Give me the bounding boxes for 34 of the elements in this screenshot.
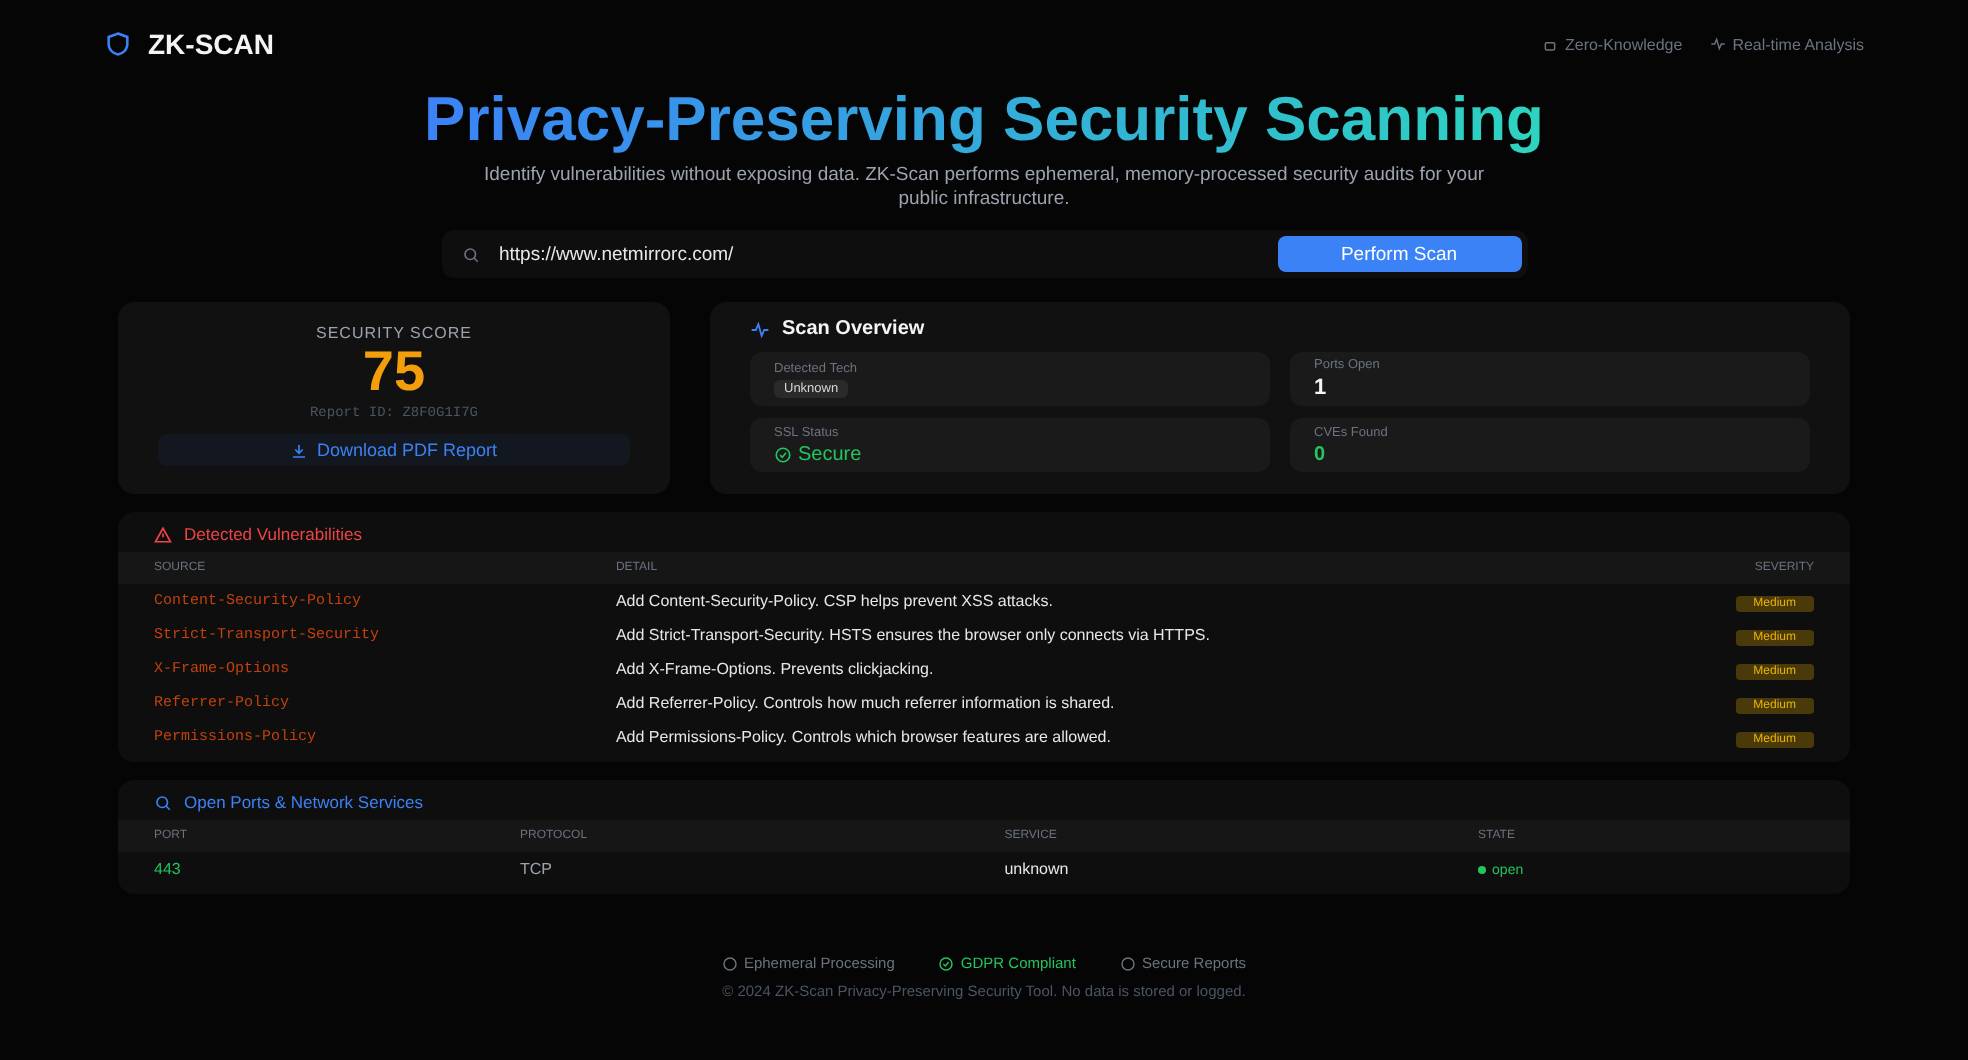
download-button[interactable]: Download PDF Report xyxy=(158,434,630,466)
table-cell: unknown xyxy=(968,852,1443,886)
check-circle-icon xyxy=(774,445,792,463)
tile-value: Secure xyxy=(798,443,862,465)
panel-title: Detected Vulnerabilities xyxy=(184,524,362,544)
tile-value: 1 xyxy=(1314,376,1329,400)
brand-name: ZK-SCAN xyxy=(148,28,274,60)
circle-icon xyxy=(1119,955,1136,971)
table-cell: Add Content-Security-Policy. CSP helps prevent XSS attacks. xyxy=(579,584,1616,618)
status-dot-icon xyxy=(1478,866,1487,874)
warning-icon xyxy=(154,525,172,543)
shield-icon xyxy=(104,30,132,58)
header-label: Real-time Analysis xyxy=(1732,35,1864,53)
table-cell-text: Add Permissions-Policy. Controls which browser features are allowed. xyxy=(613,726,1113,750)
search-icon xyxy=(461,245,479,263)
pulse-icon xyxy=(1710,36,1727,52)
header-label: Zero-Knowledge xyxy=(1564,35,1683,53)
tile-value: 0 xyxy=(1314,443,1328,465)
table-cell: 443 xyxy=(118,852,484,886)
perform-scan-button[interactable]: Perform Scan xyxy=(1277,236,1521,272)
table-cell-text: Add Referrer-Policy. Controls how much referrer information is shared. xyxy=(613,692,1117,716)
score-value: 75 xyxy=(362,342,426,402)
download-icon xyxy=(290,441,309,459)
table-cell: TCP xyxy=(484,852,969,886)
score-label: SECURITY SCORE xyxy=(316,324,472,342)
url-search-bar[interactable]: https://www.netmirrorc.com/ Perform Scan xyxy=(441,230,1527,278)
table-cell-text: Add Strict-Transport-Security. HSTS ensures the browser only connects via HTTPS. xyxy=(613,624,1212,648)
search-icon xyxy=(154,793,172,811)
panel-title: Open Ports & Network Services xyxy=(184,792,424,812)
overview-title: Scan Overview xyxy=(782,318,925,340)
pulse-icon xyxy=(750,319,770,339)
hero-subtitle: Identify vulnerabilities without exposing data. ZK-Scan performs ephemeral, memory-processed security audits for your public infrastructure. xyxy=(481,164,1487,212)
table-cell-text: Add X-Frame-Options. Prevents clickjacking. xyxy=(613,658,936,682)
check-circle-icon xyxy=(938,955,955,971)
